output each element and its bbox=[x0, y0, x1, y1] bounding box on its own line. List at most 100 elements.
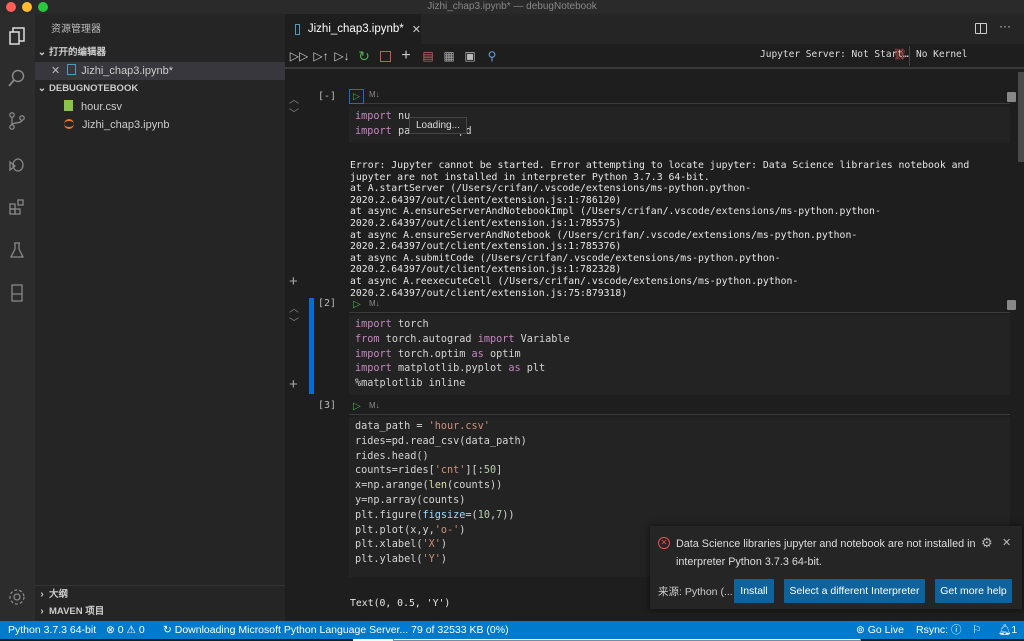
open-editor-item[interactable]: ✕ Jizhi_chap3.ipynb* bbox=[35, 62, 285, 80]
settings-gear-icon[interactable] bbox=[5, 585, 29, 609]
output-line: 2020.2.64397/out/client/extension.js:1:7… bbox=[350, 241, 622, 253]
execution-count: [2] bbox=[318, 298, 337, 309]
delete-cell-icon[interactable] bbox=[1007, 92, 1016, 102]
execution-count: [-] bbox=[318, 91, 337, 102]
markdown-toggle[interactable]: M↓ bbox=[369, 90, 380, 99]
notification-close-icon[interactable]: ✕ bbox=[1002, 536, 1011, 549]
debug-icon[interactable] bbox=[5, 152, 29, 176]
chevron-right-icon: › bbox=[40, 606, 44, 617]
open-editors-section[interactable]: ⌄ 打开的编辑器 bbox=[35, 44, 285, 62]
go-live-label: Go Live bbox=[867, 624, 904, 636]
restart-kernel-icon[interactable]: ↻ bbox=[356, 48, 372, 64]
install-button[interactable]: Install bbox=[734, 579, 774, 603]
maven-section[interactable]: › MAVEN 项目 bbox=[35, 603, 285, 621]
code-line: import torch.optim as optim bbox=[355, 348, 521, 360]
cell-output: Error: Jupyter cannot be started. Error … bbox=[350, 160, 969, 299]
close-window-button[interactable] bbox=[6, 2, 16, 12]
notification-source: 来源: Python (... bbox=[658, 586, 733, 598]
run-below-icon[interactable]: ▷↓ bbox=[334, 48, 350, 64]
output-line: 2020.2.64397/out/client/extension.js:1:7… bbox=[350, 217, 622, 229]
add-cell-below-icon[interactable]: + bbox=[289, 273, 298, 290]
select-interpreter-button[interactable]: Select a different Interpreter bbox=[784, 579, 925, 603]
close-icon[interactable]: ✕ bbox=[51, 65, 60, 77]
maximize-window-button[interactable] bbox=[38, 2, 48, 12]
info-icon: ⓘ bbox=[951, 624, 962, 636]
file-name: Jizhi_chap3.ipynb bbox=[82, 119, 170, 131]
notebook-cell[interactable]: ︿ ﹀ + [2] ▷ M↓ import torch from torch.au… bbox=[285, 298, 1024, 398]
explorer-icon[interactable] bbox=[5, 24, 29, 48]
export-icon[interactable]: ⚲ bbox=[484, 48, 500, 64]
clear-outputs-icon[interactable]: ▤ bbox=[420, 48, 436, 64]
tab-notebook[interactable]: Jizhi_chap3.ipynb* ✕ bbox=[285, 14, 421, 44]
file-item[interactable]: hour.csv bbox=[35, 98, 285, 116]
toolbar-divider bbox=[909, 46, 910, 66]
code-line: plt.figure(figsize=(10,7)) bbox=[355, 509, 515, 521]
notebook-icon[interactable] bbox=[5, 281, 29, 305]
notification-toast: ✕ Data Science libraries jupyter and not… bbox=[650, 526, 1022, 609]
markdown-toggle[interactable]: M↓ bbox=[369, 299, 380, 308]
csv-file-icon bbox=[64, 100, 73, 111]
disconnected-icon[interactable]: ⛓ bbox=[893, 48, 907, 61]
code-line: %matplotlib inline bbox=[355, 378, 466, 390]
bell-icon: 🔔︎ bbox=[998, 624, 1012, 636]
run-cell-icon[interactable]: ▷ bbox=[353, 401, 361, 412]
feedback-icon[interactable]: ⚐ bbox=[972, 621, 981, 639]
run-above-icon[interactable]: ▷↑ bbox=[313, 48, 329, 64]
chevron-down-icon: ⌄ bbox=[37, 47, 47, 58]
problems-indicator[interactable]: ⊗ 0 ⚠ 0 bbox=[106, 621, 145, 639]
folder-section[interactable]: ⌄ DEBUGNOTEBOOK bbox=[35, 80, 285, 98]
cell-header: ▷ M↓ bbox=[349, 299, 1016, 313]
explorer-sidebar: 资源管理器 ⌄ 打开的编辑器 ✕ Jizhi_chap3.ipynb* ⌄ DEBU… bbox=[35, 14, 285, 621]
run-cell-icon[interactable]: ▷ bbox=[353, 299, 361, 310]
notification-message: Data Science libraries jupyter and noteb… bbox=[676, 535, 976, 571]
output-line: jupyter are not installed in interpreter… bbox=[350, 171, 710, 183]
open-editors-label: 打开的编辑器 bbox=[49, 47, 107, 58]
minimize-window-button[interactable] bbox=[22, 2, 32, 12]
file-item[interactable]: Jizhi_chap3.ipynb bbox=[35, 116, 285, 134]
add-cell-icon[interactable]: + bbox=[398, 47, 414, 64]
run-cell-button[interactable]: ▷ bbox=[349, 89, 364, 104]
chevron-down-icon: ⌄ bbox=[37, 83, 47, 94]
source-control-icon[interactable] bbox=[5, 109, 29, 133]
split-editor-icon[interactable] bbox=[975, 23, 987, 34]
python-interpreter[interactable]: Python 3.7.3 64-bit bbox=[8, 621, 96, 639]
get-more-help-button[interactable]: Get more help bbox=[935, 579, 1012, 603]
go-live-button[interactable]: ⊚ Go Live bbox=[856, 621, 904, 639]
extensions-icon[interactable] bbox=[5, 195, 29, 219]
tab-label: Jizhi_chap3.ipynb* bbox=[307, 23, 404, 35]
interrupt-kernel-icon[interactable] bbox=[377, 48, 393, 64]
notification-settings-icon[interactable]: ⚙ bbox=[981, 535, 993, 551]
window-title: Jizhi_chap3.ipynb* — debugNotebook bbox=[427, 1, 597, 12]
status-bar: Python 3.7.3 64-bit ⊗ 0 ⚠ 0 ↻ Downloadin… bbox=[0, 621, 1024, 639]
test-flask-icon[interactable] bbox=[5, 238, 29, 262]
cell-header: ▷ M↓ bbox=[349, 401, 1010, 415]
move-up-icon[interactable]: ︿ bbox=[289, 91, 299, 106]
output-line: at async A.reexecuteCell (/Users/crifan/… bbox=[350, 275, 799, 287]
code-line: y=np.array(counts) bbox=[355, 494, 466, 506]
cell-output: Text(0, 0.5, 'Y') bbox=[350, 598, 451, 609]
title-bar: Jizhi_chap3.ipynb* — debugNotebook bbox=[0, 0, 1024, 14]
notebook-file-icon bbox=[295, 23, 300, 35]
move-down-icon[interactable]: ﹀ bbox=[289, 314, 299, 329]
notebook-cell[interactable]: ︿ ﹀ + [-] ▷ M↓ import nuimport pandas as… bbox=[285, 85, 1024, 299]
search-icon[interactable] bbox=[5, 66, 29, 90]
download-status[interactable]: ↻ Downloading Microsoft Python Language … bbox=[163, 621, 509, 639]
more-actions-icon[interactable]: ··· bbox=[999, 19, 1011, 33]
move-up-icon[interactable]: ︿ bbox=[289, 300, 299, 315]
close-tab-icon[interactable]: ✕ bbox=[412, 23, 421, 36]
add-cell-below-icon[interactable]: + bbox=[289, 376, 298, 393]
jupyter-server-status[interactable]: Jupyter Server: Not Start… bbox=[760, 49, 909, 60]
notifications-bell[interactable]: 🔔︎1 bbox=[998, 621, 1017, 639]
rsync-status[interactable]: Rsync: ⓘ bbox=[916, 621, 962, 639]
variables-icon[interactable]: ▦ bbox=[441, 48, 457, 64]
error-icon: ✕ bbox=[658, 537, 670, 549]
delete-cell-icon[interactable] bbox=[1007, 300, 1016, 310]
code-editor[interactable]: import torch from torch.autograd import V… bbox=[349, 315, 1010, 395]
kernel-status[interactable]: No Kernel bbox=[916, 49, 967, 60]
notebook-toolbar: ▷▷ ▷↑ ▷↓ ↻ + ▤ ▦ ▣ ⚲ Jupyter Server: Not… bbox=[285, 44, 1024, 69]
save-icon[interactable]: ▣ bbox=[462, 48, 478, 64]
outline-section[interactable]: › 大纲 bbox=[35, 585, 285, 603]
markdown-toggle[interactable]: M↓ bbox=[369, 401, 380, 410]
move-down-icon[interactable]: ﹀ bbox=[289, 105, 299, 120]
run-all-icon[interactable]: ▷▷ bbox=[290, 48, 308, 64]
